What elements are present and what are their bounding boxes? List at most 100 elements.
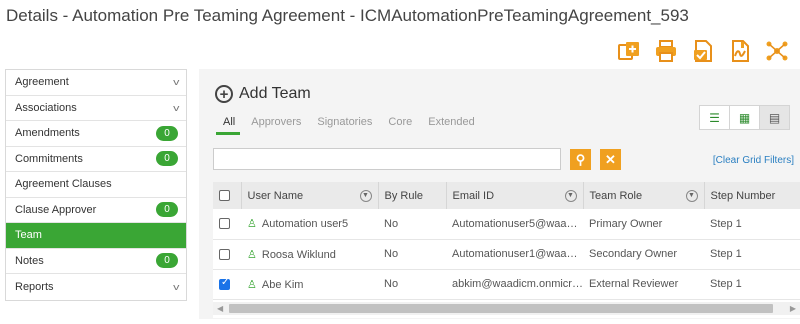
column-header-step-number[interactable]: Step Number: [704, 182, 800, 209]
active-tab-indicator: [216, 132, 240, 135]
team-role-cell: Primary Owner: [583, 209, 704, 240]
signature-document-icon[interactable]: [727, 38, 753, 64]
add-team-button[interactable]: + Add Team: [215, 85, 311, 103]
action-toolbar: [616, 38, 790, 64]
page: Details - Automation Pre Teaming Agreeme…: [0, 0, 800, 324]
count-badge: 0: [156, 253, 178, 269]
chevron-down-icon: v: [172, 102, 179, 113]
table-row[interactable]: ♙ Automation user5 No Automationuser5@waa…: [213, 209, 800, 240]
tile-view-icon[interactable]: ▦: [729, 105, 760, 130]
search-input[interactable]: [213, 148, 561, 170]
column-header-email-id[interactable]: Email ID ▼: [446, 182, 584, 209]
sidebar-item-associations[interactable]: Associations v: [6, 96, 186, 121]
email-cell: Automationuser1@waadicm.onmicrosoft.com: [446, 239, 583, 270]
team-role-cell: Secondary Owner: [583, 239, 704, 270]
email-cell: Automationuser5@waadicm.onmicrosoft.com: [446, 209, 583, 240]
column-label: Step Number: [710, 189, 776, 202]
by-rule-cell: No: [378, 269, 446, 300]
team-role-cell: External Reviewer: [583, 269, 704, 300]
copy-agreement-icon[interactable]: [616, 38, 642, 64]
column-label: Team Role: [589, 189, 643, 202]
by-rule-cell: No: [378, 239, 446, 270]
sidebar-item-label: Associations: [15, 101, 77, 114]
count-badge: 0: [156, 202, 178, 218]
row-select-cell: [213, 269, 241, 300]
table-row[interactable]: ♙ Abe Kim No abkim@waadicm.onmicrosoft.co…: [213, 269, 800, 300]
step-number-cell: Step 1: [704, 239, 800, 270]
user-name: Roosa Wiklund: [261, 248, 336, 261]
plus-circle-icon: +: [215, 85, 233, 103]
user-name: Automation user5: [261, 218, 349, 231]
user-name-cell: ♙ Automation user5: [241, 209, 378, 240]
email-cell: abkim@waadicm.onmicrosoft.com: [446, 269, 583, 300]
user-icon: ♙: [247, 248, 257, 261]
row-checkbox[interactable]: [219, 277, 230, 290]
user-icon: ♙: [247, 278, 257, 291]
horizontal-scrollbar[interactable]: ◀ ▶: [213, 302, 800, 315]
sidebar-item-notes[interactable]: Notes 0: [6, 249, 186, 274]
grid-view-icon[interactable]: ▤: [759, 105, 790, 130]
sidebar-item-amendments[interactable]: Amendments 0: [6, 121, 186, 147]
row-select-cell: [213, 239, 241, 270]
print-icon[interactable]: [653, 38, 679, 64]
column-label: Email ID: [452, 189, 495, 202]
sidebar-item-label: Reports: [15, 280, 54, 293]
row-checkbox[interactable]: [219, 248, 230, 260]
row-checkbox[interactable]: [219, 218, 230, 230]
sidebar-item-commitments[interactable]: Commitments 0: [6, 147, 186, 172]
chevron-down-icon: v: [172, 281, 179, 292]
tab-extended[interactable]: Extended: [428, 116, 474, 128]
sidebar-item-label: Amendments: [15, 127, 80, 140]
approve-document-icon[interactable]: [690, 38, 716, 64]
filter-icon[interactable]: ▼: [359, 189, 372, 202]
sidebar-item-team[interactable]: Team: [6, 223, 186, 249]
list-view-icon[interactable]: ☰: [699, 105, 730, 130]
team-tabs: All Approvers Signatories Core Extended: [223, 116, 475, 128]
sidebar-item-agreement[interactable]: Agreement v: [6, 70, 186, 96]
filter-icon[interactable]: ▼: [685, 189, 698, 202]
filter-icon[interactable]: ▼: [564, 189, 577, 202]
add-team-label: Add Team: [239, 85, 311, 102]
sidebar-item-label: Commitments: [15, 152, 83, 165]
tab-core[interactable]: Core: [388, 116, 412, 128]
user-name-cell: ♙ Abe Kim: [241, 269, 378, 300]
view-switcher: ☰ ▦ ▤: [699, 105, 790, 130]
by-rule-cell: No: [378, 209, 446, 240]
scrollbar-thumb[interactable]: [229, 304, 773, 313]
network-icon[interactable]: [764, 38, 790, 64]
step-number-cell: Step 1: [704, 269, 800, 300]
column-header-by-rule[interactable]: By Rule: [378, 182, 447, 209]
tab-all[interactable]: All: [223, 116, 235, 128]
grid-header-row: User Name ▼ By Rule Email ID ▼ Team Role ▼ …: [213, 182, 800, 209]
select-all-cell: [213, 182, 242, 209]
team-grid: User Name ▼ By Rule Email ID ▼ Team Role ▼ …: [213, 182, 800, 318]
user-name: Abe Kim: [261, 278, 304, 291]
sidebar-item-label: Agreement: [15, 76, 69, 89]
count-badge: 0: [156, 125, 178, 141]
sidebar-item-clause-approver[interactable]: Clause Approver 0: [6, 198, 186, 223]
tab-approvers[interactable]: Approvers: [251, 116, 301, 128]
count-badge: 0: [156, 151, 178, 167]
search-icon[interactable]: ⚲: [570, 149, 591, 170]
column-label: By Rule: [384, 189, 424, 202]
clear-grid-filters-link[interactable]: [Clear Grid Filters]: [713, 155, 794, 166]
sidebar-item-reports[interactable]: Reports v: [6, 274, 186, 300]
sidebar-nav: Agreement v Associations v Amendments 0 …: [5, 69, 187, 301]
sidebar-item-agreement-clauses[interactable]: Agreement Clauses: [6, 172, 186, 198]
column-header-user-name[interactable]: User Name ▼: [241, 182, 379, 209]
sidebar-item-label: Agreement Clauses: [15, 178, 112, 191]
scroll-right-icon[interactable]: ▶: [790, 304, 796, 313]
table-row[interactable]: ♙ Roosa Wiklund No Automationuser1@waadic…: [213, 239, 800, 270]
select-all-checkbox[interactable]: [219, 190, 230, 202]
column-label: User Name: [247, 189, 304, 202]
tab-signatories[interactable]: Signatories: [317, 116, 372, 128]
row-select-cell: [213, 209, 241, 240]
clear-search-icon[interactable]: ✕: [600, 149, 621, 170]
sidebar-item-label: Notes: [15, 254, 44, 267]
scroll-left-icon[interactable]: ◀: [217, 304, 223, 313]
sidebar-item-label: Clause Approver: [15, 203, 97, 216]
sidebar-item-label: Team: [15, 229, 42, 242]
team-panel: + Add Team All Approvers Signatories Cor…: [199, 69, 800, 319]
user-icon: ♙: [247, 218, 257, 231]
column-header-team-role[interactable]: Team Role ▼: [583, 182, 705, 209]
